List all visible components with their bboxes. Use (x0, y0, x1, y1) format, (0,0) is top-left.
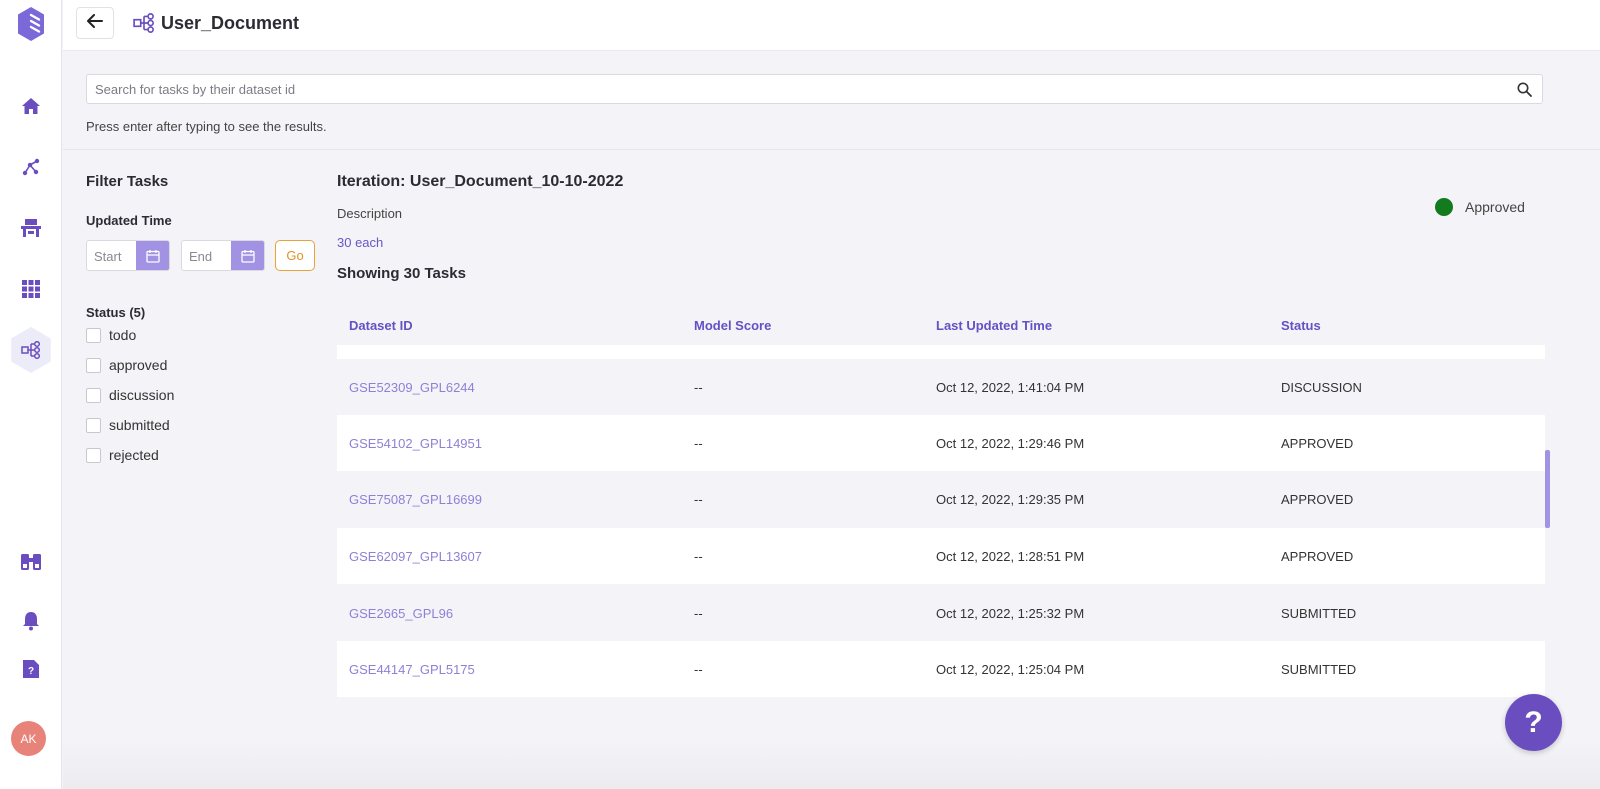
description-label: Description (337, 206, 403, 221)
table-row[interactable]: GSE75087_GPL16699 -- Oct 12, 2022, 1:29:… (337, 471, 1545, 527)
table-row[interactable]: GSE54102_GPL14951 -- Oct 12, 2022, 1:29:… (337, 415, 1545, 471)
workflow-icon (133, 12, 155, 39)
search-hint: Press enter after typing to see the resu… (86, 119, 327, 134)
help-button[interactable]: ? (1505, 694, 1562, 751)
binoculars-icon[interactable] (0, 542, 62, 582)
task-status: DISCUSSION (1281, 379, 1362, 395)
calendar-icon[interactable] (231, 241, 264, 270)
bell-icon[interactable] (0, 601, 62, 641)
dataset-id-link[interactable]: GSE54102_GPL14951 (349, 415, 482, 471)
filter-title: Filter Tasks (86, 173, 169, 190)
last-updated: Oct 12, 2022, 1:25:04 PM (936, 661, 1085, 677)
status-option-label: submitted (109, 417, 170, 433)
apps-grid-icon[interactable] (0, 269, 62, 309)
avatar[interactable]: AK (11, 721, 46, 756)
status-option-rejected[interactable]: rejected (86, 446, 159, 464)
home-icon[interactable] (0, 86, 62, 126)
checkbox[interactable] (86, 387, 101, 403)
model-score: -- (694, 379, 703, 395)
last-updated: Oct 12, 2022, 1:41:04 PM (936, 379, 1085, 395)
search-box (86, 74, 1543, 104)
status-option-label: todo (109, 327, 137, 343)
status-option-label: approved (109, 357, 168, 373)
status-badge-label: Approved (1465, 199, 1525, 215)
task-status: APPROVED (1281, 491, 1354, 507)
table-scrollbar[interactable] (1545, 450, 1550, 528)
table-row[interactable]: GSE44147_GPL5175 -- Oct 12, 2022, 1:25:0… (337, 641, 1545, 697)
end-date-field[interactable]: End (181, 240, 265, 271)
dataset-id-link[interactable]: GSE62097_GPL13607 (349, 528, 482, 584)
task-table: GSE52309_GPL6244 -- Oct 12, 2022, 1:41:0… (337, 345, 1545, 697)
status-option-discussion[interactable]: discussion (86, 386, 174, 404)
start-date-field[interactable]: Start (86, 240, 170, 271)
sidebar: ? AK (0, 0, 62, 789)
status-dot-icon (1435, 198, 1453, 216)
table-row-partial (337, 345, 1545, 359)
last-updated: Oct 12, 2022, 1:29:46 PM (936, 435, 1085, 451)
logo-icon[interactable] (0, 4, 62, 44)
table-row[interactable]: GSE62097_GPL13607 -- Oct 12, 2022, 1:28:… (337, 528, 1545, 584)
model-score: -- (694, 491, 703, 507)
task-status: SUBMITTED (1281, 661, 1357, 677)
end-date-placeholder: End (189, 249, 213, 264)
task-status: SUBMITTED (1281, 605, 1357, 621)
status-badge: Approved (1435, 198, 1525, 216)
dataset-id-link[interactable]: GSE44147_GPL5175 (349, 641, 475, 697)
calendar-icon[interactable] (136, 241, 169, 270)
graph-icon[interactable] (0, 147, 62, 187)
dataset-id-link[interactable]: GSE75087_GPL16699 (349, 471, 482, 527)
page-title: User_Document (161, 13, 300, 33)
task-status: APPROVED (1281, 435, 1354, 451)
search-input[interactable] (87, 75, 1507, 103)
start-date-placeholder: Start (94, 249, 122, 264)
status-option-todo[interactable]: todo (86, 326, 136, 344)
column-header-last-updated[interactable]: Last Updated Time (936, 318, 1052, 333)
checkbox[interactable] (86, 417, 101, 433)
model-score: -- (694, 605, 703, 621)
model-score: -- (694, 548, 703, 564)
task-status: APPROVED (1281, 548, 1354, 564)
updated-time-label: Updated Time (86, 213, 172, 228)
arrow-left-icon (87, 13, 103, 33)
table-row[interactable]: GSE52309_GPL6244 -- Oct 12, 2022, 1:41:0… (337, 359, 1545, 415)
description-value: 30 each (337, 235, 384, 250)
workflow-icon[interactable] (0, 327, 62, 373)
header: User_Document (63, 0, 1600, 51)
table-row[interactable]: GSE2665_GPL96 -- Oct 12, 2022, 1:25:32 P… (337, 585, 1545, 641)
column-header-model-score[interactable]: Model Score (694, 318, 771, 333)
bottom-area (63, 740, 1600, 789)
status-option-submitted[interactable]: submitted (86, 416, 170, 434)
status-filter-label: Status (5) (86, 305, 146, 320)
help-doc-icon[interactable]: ? (0, 649, 62, 689)
back-button[interactable] (76, 7, 114, 39)
dataset-id-link[interactable]: GSE52309_GPL6244 (349, 359, 475, 415)
checkbox[interactable] (86, 357, 101, 373)
divider (63, 149, 1600, 150)
column-header-dataset-id[interactable]: Dataset ID (349, 318, 413, 333)
status-option-label: rejected (109, 447, 159, 463)
svg-text:?: ? (28, 666, 34, 677)
model-score: -- (694, 435, 703, 451)
last-updated: Oct 12, 2022, 1:28:51 PM (936, 548, 1085, 564)
model-score: -- (694, 661, 703, 677)
go-button[interactable]: Go (275, 240, 315, 271)
last-updated: Oct 12, 2022, 1:25:32 PM (936, 605, 1085, 621)
column-header-status[interactable]: Status (1281, 318, 1321, 333)
iteration-title: Iteration: User_Document_10-10-2022 (337, 173, 624, 190)
status-option-label: discussion (109, 387, 175, 403)
dataset-id-link[interactable]: GSE2665_GPL96 (349, 585, 453, 641)
status-option-approved[interactable]: approved (86, 356, 167, 374)
workstation-icon[interactable] (0, 208, 62, 248)
task-count: Showing 30 Tasks (337, 265, 466, 282)
search-icon[interactable] (1517, 82, 1532, 102)
checkbox[interactable] (86, 327, 101, 343)
last-updated: Oct 12, 2022, 1:29:35 PM (936, 491, 1085, 507)
checkbox[interactable] (86, 447, 101, 463)
